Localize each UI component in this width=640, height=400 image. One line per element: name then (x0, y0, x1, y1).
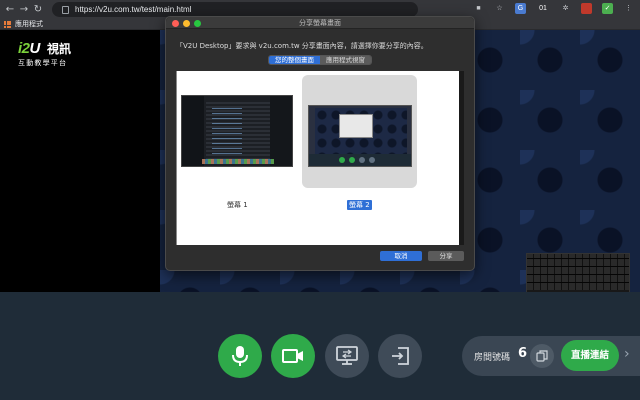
logo-mark: i2 (18, 40, 30, 57)
dialog-title: 分享螢幕畫面 (299, 19, 341, 27)
exit-icon (392, 347, 409, 365)
exit-button[interactable] (378, 334, 422, 378)
extension-icons: ■ ☆ G 01 ✲ ✓ ⋮ (473, 3, 634, 14)
copy-room-button[interactable] (530, 344, 554, 368)
screen-2-thumbnail[interactable] (308, 105, 412, 167)
screen-share-icon (336, 346, 358, 365)
tab-entire-screen[interactable]: 您的整個畫面 (269, 56, 320, 64)
room-number-label: 房間號碼 (474, 353, 511, 363)
address-bar[interactable]: https://v2u.com.tw/test/main.html (52, 2, 418, 17)
forward-icon[interactable]: → (17, 4, 31, 15)
microphone-button[interactable] (218, 334, 262, 378)
camera-indicator-icon[interactable]: ■ (473, 3, 484, 14)
share-screen-dialog: 分享螢幕畫面 「V2U Desktop」要求與 v2u.com.tw 分享畫面內… (165, 16, 475, 271)
logo-subtitle: 互動教學平台 (18, 59, 68, 67)
room-number-value: 6( (518, 346, 528, 361)
bookmark-apps[interactable]: 應用程式 (15, 19, 43, 29)
url-text: https://v2u.com.tw/test/main.html (75, 5, 192, 14)
live-link-button[interactable]: 直播連結 (561, 340, 619, 371)
screen-1-label[interactable]: 螢幕 1 (227, 200, 248, 210)
share-type-tabs: 您的整個畫面 應用程式視窗 (268, 55, 372, 65)
microphone-icon (232, 346, 248, 366)
apps-icon[interactable] (4, 20, 11, 28)
menu-icon[interactable]: ⋮ (623, 3, 634, 14)
chevron-right-icon[interactable]: › (624, 346, 630, 362)
logo-title: 視訊 (46, 42, 71, 56)
share-button[interactable]: 分享 (428, 251, 464, 261)
logo-mark-u: U (29, 40, 41, 57)
extension-green-icon[interactable]: ✓ (602, 3, 613, 14)
camera-button[interactable] (271, 334, 315, 378)
dialog-prompt: 「V2U Desktop」要求與 v2u.com.tw 分享畫面內容，請選擇你要… (176, 42, 428, 50)
screen-picker: 螢幕 1 螢幕 2 (176, 71, 464, 245)
extension-badge-icon[interactable]: 01 (536, 3, 550, 14)
tab-application-window[interactable]: 應用程式視窗 (320, 56, 371, 64)
copy-icon (536, 350, 548, 362)
extension-red-icon[interactable] (581, 3, 592, 14)
dialog-titlebar: 分享螢幕畫面 (166, 17, 474, 29)
logo: i2U 視訊 互動教學平台 (18, 38, 71, 68)
reload-icon[interactable]: ↻ (31, 4, 45, 15)
screen-share-button[interactable] (325, 334, 369, 378)
lock-icon (62, 5, 69, 14)
video-camera-icon (282, 349, 303, 363)
star-icon[interactable]: ☆ (494, 3, 505, 14)
extension-g-icon[interactable]: G (515, 3, 526, 14)
extension-gear-icon[interactable]: ✲ (560, 3, 571, 14)
screen-1-thumbnail[interactable] (181, 95, 293, 167)
screen-2-label[interactable]: 螢幕 2 (347, 200, 372, 210)
picker-scrollbar[interactable] (459, 71, 464, 245)
cancel-button[interactable]: 取消 (380, 251, 422, 261)
back-icon[interactable]: ← (3, 4, 17, 15)
